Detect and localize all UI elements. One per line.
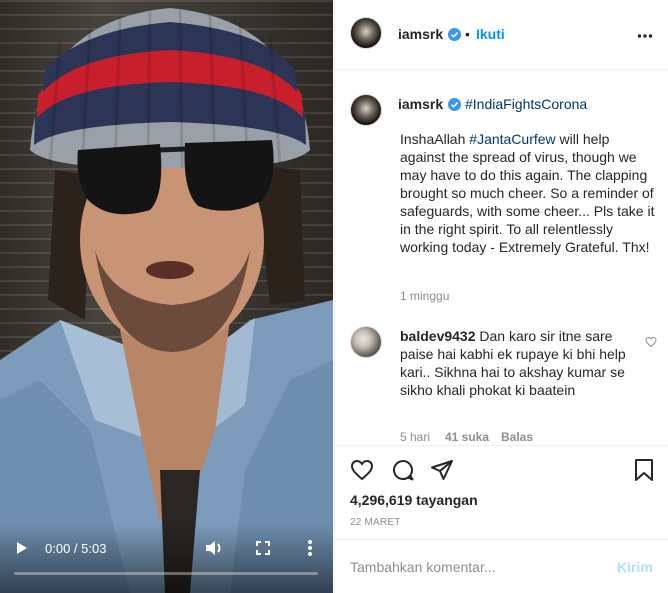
play-icon[interactable] <box>12 539 30 557</box>
caption-text: InshaAllah #JantaCurfew will help agains… <box>400 130 658 256</box>
bookmark-icon[interactable] <box>632 458 656 482</box>
caption-username[interactable]: iamsrk <box>398 96 443 112</box>
caption-hashtag-link[interactable]: #IndiaFightsCorona <box>465 96 587 112</box>
comment-timestamp[interactable]: 5 hari <box>400 430 430 444</box>
fullscreen-icon[interactable] <box>255 540 271 556</box>
post-date[interactable]: 22 MARET <box>350 517 401 528</box>
video-frame <box>0 8 333 593</box>
more-vertical-icon[interactable] <box>302 539 318 557</box>
verified-badge-icon <box>448 28 461 41</box>
reply-button[interactable]: Balas <box>501 430 533 444</box>
actions-divider <box>335 445 668 446</box>
composer-divider <box>334 539 668 540</box>
video-time-display: 0:00 / 5:03 <box>45 541 107 556</box>
follow-button[interactable]: Ikuti <box>476 26 505 42</box>
comment-like-count[interactable]: 41 suka <box>445 430 489 444</box>
caption-hashtag-inline[interactable]: #JantaCurfew <box>469 131 555 147</box>
video-controls-overlay <box>0 523 333 593</box>
heart-icon[interactable] <box>645 335 657 348</box>
caption-text-rest: will help against the spread of virus, t… <box>400 131 655 255</box>
commenter-avatar[interactable] <box>350 326 382 358</box>
volume-icon[interactable] <box>204 539 224 557</box>
view-count[interactable]: 4,296,619 tayangan <box>350 492 478 508</box>
header-username[interactable]: iamsrk <box>398 26 443 42</box>
caption-timestamp[interactable]: 1 minggu <box>400 289 449 303</box>
video-player[interactable]: 0:00 / 5:03 <box>0 0 333 593</box>
comment-input[interactable] <box>350 556 580 578</box>
share-icon[interactable] <box>430 458 454 482</box>
heart-icon[interactable] <box>350 458 374 482</box>
verified-badge-icon <box>448 98 461 111</box>
caption-text-start: InshaAllah <box>400 131 470 147</box>
video-progress-bar[interactable] <box>14 572 318 575</box>
post-button[interactable]: Kirim <box>617 559 653 575</box>
caption-avatar[interactable] <box>350 94 382 126</box>
separator-dot: • <box>465 26 470 42</box>
avatar[interactable] <box>350 17 382 49</box>
more-horizontal-icon[interactable] <box>637 28 653 44</box>
comment-body: baldev9432 Dan karo sir itne sare paise … <box>400 327 640 399</box>
comment-icon[interactable] <box>391 458 415 482</box>
comment-username[interactable]: baldev9432 <box>400 328 476 344</box>
